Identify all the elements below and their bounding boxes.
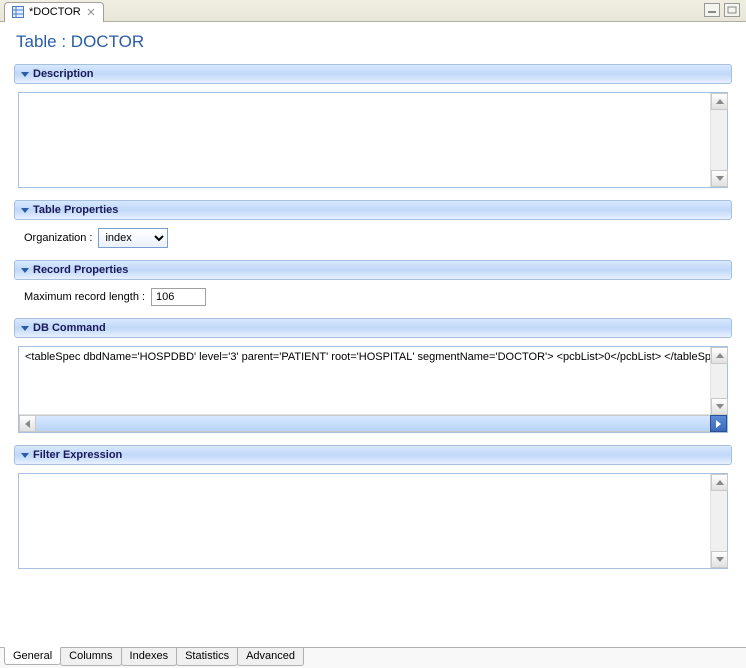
tab-statistics[interactable]: Statistics — [176, 648, 238, 666]
scroll-right-icon[interactable] — [710, 415, 727, 432]
scrollbar[interactable] — [710, 347, 727, 415]
chevron-down-icon — [21, 208, 29, 213]
db-command-text[interactable]: <tableSpec dbdName='HOSPDBD' level='3' p… — [19, 347, 727, 415]
scrollbar[interactable] — [710, 93, 727, 187]
editor-tab-bar: *DOCTOR — [0, 0, 746, 22]
section-db-command: DB Command <tableSpec dbdName='HOSPDBD' … — [14, 318, 732, 435]
section-header-db-command[interactable]: DB Command — [14, 318, 732, 338]
editor-tab-doctor[interactable]: *DOCTOR — [4, 2, 104, 22]
minimize-button[interactable] — [704, 3, 720, 17]
scroll-down-icon[interactable] — [711, 170, 728, 187]
section-record-properties: Record Properties Maximum record length … — [14, 260, 732, 308]
section-description: Description — [14, 64, 732, 190]
section-title: Filter Expression — [33, 449, 122, 461]
close-icon[interactable] — [85, 6, 97, 18]
organization-label: Organization : — [24, 232, 92, 244]
max-record-length-label: Maximum record length : — [24, 291, 145, 303]
scrollbar[interactable] — [710, 474, 727, 568]
organization-select[interactable]: index — [98, 228, 168, 248]
tab-advanced[interactable]: Advanced — [237, 648, 304, 666]
db-command-box: <tableSpec dbdName='HOSPDBD' level='3' p… — [18, 346, 728, 433]
filter-expression-textarea[interactable] — [19, 474, 709, 568]
description-textarea[interactable] — [19, 93, 709, 187]
chevron-down-icon — [21, 72, 29, 77]
section-header-record-properties[interactable]: Record Properties — [14, 260, 732, 280]
bottom-tab-bar: General Columns Indexes Statistics Advan… — [0, 647, 746, 668]
section-table-properties: Table Properties Organization : index — [14, 200, 732, 250]
chevron-down-icon — [21, 453, 29, 458]
section-header-description[interactable]: Description — [14, 64, 732, 84]
max-record-length-input[interactable] — [151, 288, 206, 306]
scroll-up-icon[interactable] — [711, 347, 728, 364]
section-title: Record Properties — [33, 264, 128, 276]
section-title: DB Command — [33, 322, 106, 334]
section-title: Description — [33, 68, 94, 80]
tab-indexes[interactable]: Indexes — [121, 648, 178, 666]
scroll-left-icon[interactable] — [19, 415, 36, 432]
chevron-down-icon — [21, 326, 29, 331]
window-controls — [704, 3, 740, 17]
horizontal-scrollbar[interactable] — [19, 415, 727, 432]
scroll-down-icon[interactable] — [711, 398, 728, 415]
tab-label: *DOCTOR — [29, 6, 81, 18]
chevron-down-icon — [21, 268, 29, 273]
scroll-up-icon[interactable] — [711, 474, 728, 491]
page-title: Table : DOCTOR — [16, 32, 732, 52]
scroll-track[interactable] — [36, 415, 710, 432]
table-icon — [11, 5, 25, 19]
section-header-filter-expression[interactable]: Filter Expression — [14, 445, 732, 465]
section-title: Table Properties — [33, 204, 118, 216]
scroll-up-icon[interactable] — [711, 93, 728, 110]
tab-general[interactable]: General — [4, 647, 61, 665]
scroll-down-icon[interactable] — [711, 551, 728, 568]
tab-columns[interactable]: Columns — [60, 648, 121, 666]
editor-content: Table : DOCTOR Description Table Propert… — [0, 22, 746, 647]
maximize-button[interactable] — [724, 3, 740, 17]
section-header-table-properties[interactable]: Table Properties — [14, 200, 732, 220]
section-filter-expression: Filter Expression — [14, 445, 732, 571]
